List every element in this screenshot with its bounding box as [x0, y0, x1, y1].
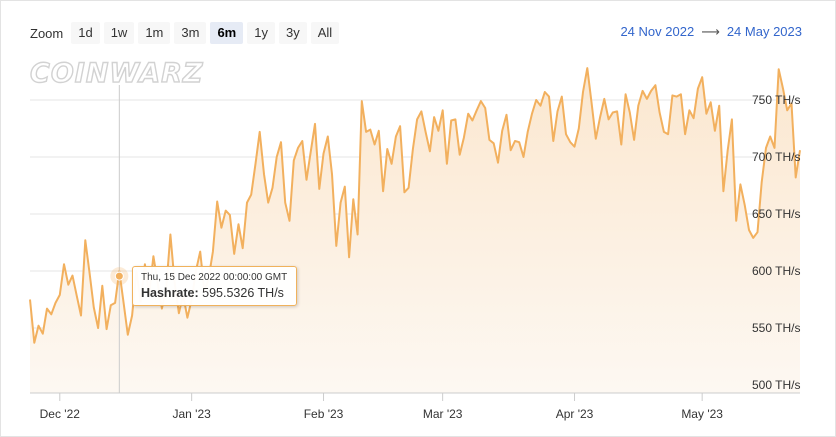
- y-tick-label: 650 TH/s: [752, 207, 800, 221]
- x-tick-label: Dec '22: [40, 407, 81, 421]
- tooltip-date: Thu, 15 Dec 2022 00:00:00 GMT: [141, 272, 288, 283]
- x-tick-label: May '23: [681, 407, 723, 421]
- y-tick-label: 750 TH/s: [752, 93, 800, 107]
- x-axis: Dec '22 Jan '23 Feb '23 Mar '23 Apr '23 May '…: [30, 392, 800, 421]
- y-tick-label: 600 TH/s: [752, 264, 800, 278]
- hashrate-area: [30, 68, 800, 393]
- x-tick-label: Feb '23: [304, 407, 344, 421]
- x-tick-label: Jan '23: [172, 407, 211, 421]
- tooltip-label: Hashrate:: [141, 286, 199, 300]
- hashrate-chart[interactable]: Dec '22 Jan '23 Feb '23 Mar '23 Apr '23 May '…: [0, 0, 836, 437]
- tooltip: Thu, 15 Dec 2022 00:00:00 GMT Hashrate: …: [132, 266, 297, 306]
- y-tick-label: 550 TH/s: [752, 321, 800, 335]
- highlight-marker: [114, 271, 124, 281]
- y-tick-label: 700 TH/s: [752, 150, 800, 164]
- y-tick-label: 500 TH/s: [752, 378, 800, 392]
- x-tick-label: Mar '23: [423, 407, 463, 421]
- tooltip-value: 595.5326 TH/s: [202, 286, 284, 300]
- tooltip-line: Hashrate: 595.5326 TH/s: [141, 286, 288, 300]
- x-tick-label: Apr '23: [556, 407, 594, 421]
